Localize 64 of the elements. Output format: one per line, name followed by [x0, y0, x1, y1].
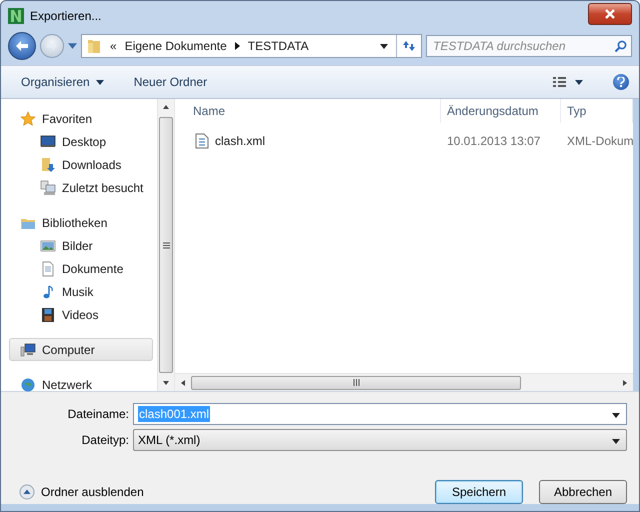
- caret-icon: [612, 439, 620, 444]
- up-chevron-icon: [19, 484, 35, 500]
- table-cell: XML-Dokum: [567, 134, 634, 148]
- image-icon: [40, 238, 56, 254]
- search-icon: [614, 40, 627, 52]
- horizontal-scrollbar[interactable]: [175, 373, 633, 391]
- computer-icon: [40, 180, 56, 196]
- table-cell-text: 10.01.2013 13:07: [446, 134, 542, 148]
- app-logo-icon: [8, 8, 24, 24]
- file-item[interactable]: clash.xml: [175, 133, 441, 149]
- sidebar-item[interactable]: Computer: [9, 338, 153, 361]
- refresh-icon: [401, 39, 417, 53]
- sidebar-item[interactable]: Dokumente: [9, 257, 153, 280]
- star-icon: [20, 110, 36, 126]
- new-folder-button[interactable]: Neuer Ordner: [134, 75, 208, 89]
- document-icon: [40, 260, 56, 276]
- globe-icon: [20, 376, 36, 392]
- sidebar-item[interactable]: Zuletzt besucht: [9, 176, 153, 199]
- sidebar-item[interactable]: Bibliotheken: [9, 211, 153, 234]
- film-icon: [40, 306, 56, 322]
- dropdown-caret-icon: [380, 44, 388, 48]
- left-arrow-icon: [15, 40, 29, 52]
- back-button[interactable]: [8, 32, 36, 60]
- cancel-button[interactable]: Abbrechen: [539, 480, 627, 504]
- question-mark-icon: [617, 77, 625, 87]
- grip-icon: [352, 379, 360, 386]
- caret-icon: [612, 413, 620, 418]
- vertical-scrollbar[interactable]: [157, 99, 174, 391]
- address-bar[interactable]: « Eigene Dokumente TESTDATA: [81, 34, 422, 58]
- sidebar-item[interactable]: Videos: [9, 303, 153, 326]
- grip-icon: [162, 242, 170, 248]
- filename-label: Dateiname:: [66, 407, 130, 421]
- help-icon[interactable]: [613, 74, 629, 90]
- hide-folders-button[interactable]: Ordner ausblenden: [13, 484, 144, 500]
- sidebar-item[interactable]: Desktop: [9, 130, 153, 153]
- organize-menu-button[interactable]: Organisieren: [21, 75, 104, 89]
- sidebar-item[interactable]: Musik: [9, 280, 153, 303]
- breadcrumb[interactable]: TESTDATA: [248, 39, 309, 53]
- filetype-dropdown[interactable]: XML (*.xml): [133, 429, 627, 451]
- window-title: Exportieren...: [30, 9, 102, 23]
- sidebar-item[interactable]: Bilder: [9, 234, 153, 257]
- search-input[interactable]: TESTDATA durchsuchen: [431, 38, 614, 54]
- overflow-chevron[interactable]: «: [110, 39, 117, 53]
- folder-icon: [86, 38, 102, 54]
- save-button[interactable]: Speichern: [435, 480, 523, 504]
- sidebar-item[interactable]: Netzwerk: [9, 373, 153, 396]
- column-header[interactable]: Name: [175, 99, 441, 123]
- search-field[interactable]: TESTDATA durchsuchen: [426, 35, 632, 57]
- separator-arrow-icon: [234, 42, 240, 50]
- xml-file-icon: [195, 133, 209, 149]
- right-arrow-icon: [46, 41, 58, 51]
- history-dropdown-icon[interactable]: [68, 43, 77, 49]
- caret-icon: [96, 80, 104, 84]
- folder-icon: [40, 156, 56, 172]
- filetype-label: Dateityp:: [80, 433, 130, 447]
- computer-icon: [20, 342, 36, 358]
- monitor-icon: [40, 134, 56, 150]
- sidebar-item[interactable]: Favoriten: [9, 107, 153, 130]
- column-header[interactable]: Änderungsdatum: [441, 99, 561, 123]
- close-icon: [604, 9, 616, 19]
- breadcrumb[interactable]: Eigene Dokumente: [124, 39, 227, 53]
- sidebar-item[interactable]: Downloads: [9, 153, 153, 176]
- close-button[interactable]: [588, 3, 632, 25]
- view-options-icon[interactable]: [553, 76, 583, 88]
